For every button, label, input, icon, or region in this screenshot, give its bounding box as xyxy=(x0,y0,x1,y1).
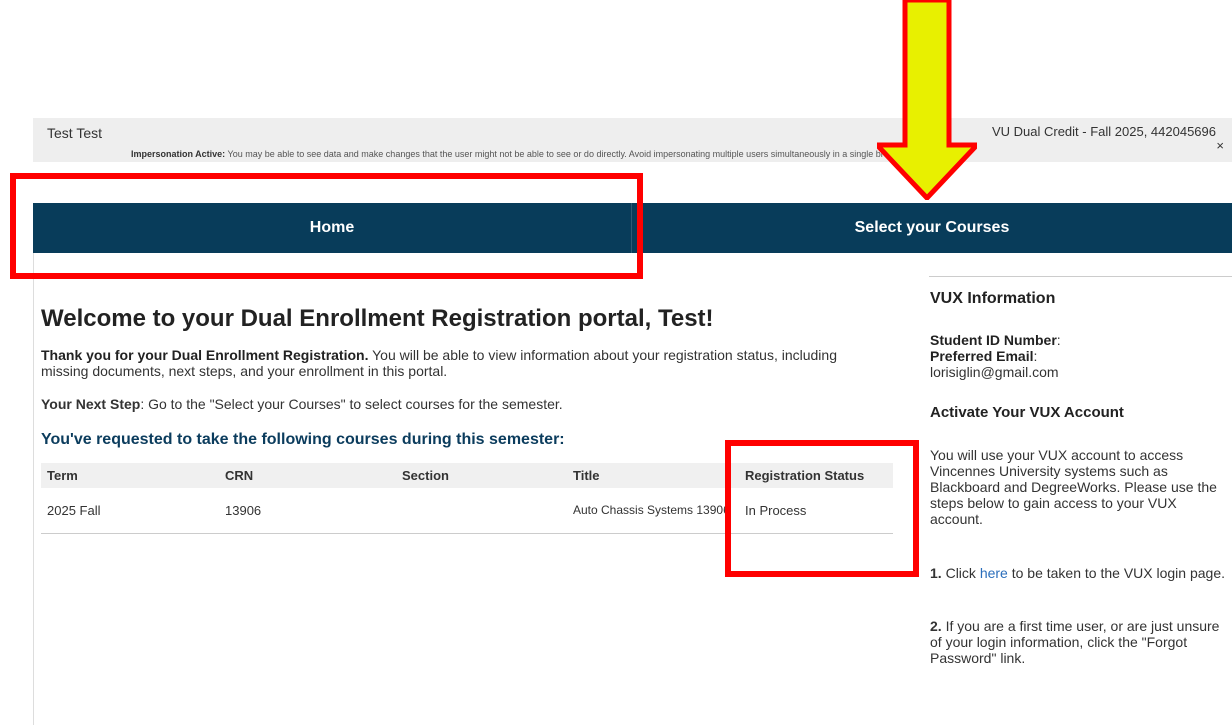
cell-title: Auto Chassis Systems 13906 xyxy=(567,488,739,534)
step-2-number: 2. xyxy=(930,618,942,634)
cell-crn: 13906 xyxy=(219,488,396,534)
tab-select-courses[interactable]: Select your Courses xyxy=(632,203,1232,253)
page-title: Welcome to your Dual Enrollment Registra… xyxy=(41,305,714,332)
impersonation-notice: Impersonation Active: You may be able to… xyxy=(131,149,943,159)
col-header-term: Term xyxy=(41,463,219,488)
student-id-label: Student ID Number xyxy=(930,332,1057,348)
col-header-title: Title xyxy=(567,463,739,488)
impersonation-label: Impersonation Active: xyxy=(131,149,226,159)
next-step-label: Your Next Step xyxy=(41,396,141,412)
step-1-post: to be taken to the VUX login page. xyxy=(1007,565,1225,581)
arrow-down-icon xyxy=(877,0,977,200)
col-header-crn: CRN xyxy=(219,463,396,488)
session-info: VU Dual Credit - Fall 2025, 442045696 xyxy=(991,124,1216,139)
intro-text: Thank you for your Dual Enrollment Regis… xyxy=(41,347,871,379)
user-name: Test Test xyxy=(47,125,102,141)
step-1-number: 1. xyxy=(930,565,942,581)
cell-term: 2025 Fall xyxy=(41,488,219,534)
activate-heading: Activate Your VUX Account xyxy=(930,404,1124,421)
home-highlight-box xyxy=(10,173,643,279)
step-2: 2. If you are a first time user, or are … xyxy=(930,618,1232,666)
intro-bold: Thank you for your Dual Enrollment Regis… xyxy=(41,347,369,363)
vux-info-heading: VUX Information xyxy=(930,290,1056,307)
vux-login-link[interactable]: here xyxy=(980,565,1008,581)
email-colon: : xyxy=(1033,348,1038,364)
status-highlight-box xyxy=(725,440,919,577)
email-label: Preferred Email xyxy=(930,348,1034,364)
step-1-pre: Click xyxy=(941,565,980,581)
step-1: 1. Click here to be taken to the VUX log… xyxy=(930,565,1232,581)
student-info: Student ID Number: Preferred Email: lori… xyxy=(930,332,1230,380)
cell-section xyxy=(396,488,567,534)
email-value: lorisiglin@gmail.com xyxy=(930,364,1059,380)
sidebar-divider xyxy=(929,276,1232,277)
activate-text: You will use your VUX account to access … xyxy=(930,447,1217,527)
step-2-text: If you are a first time user, or are jus… xyxy=(930,618,1220,666)
content-border xyxy=(33,253,34,725)
col-header-section: Section xyxy=(396,463,567,488)
next-step-text: : Go to the "Select your Courses" to sel… xyxy=(140,396,563,412)
close-icon[interactable]: × xyxy=(1216,138,1224,153)
next-step: Your Next Step: Go to the "Select your C… xyxy=(41,396,563,412)
student-id-value: : xyxy=(1056,332,1061,348)
impersonation-banner: Test Test Impersonation Active: You may … xyxy=(33,118,1232,162)
impersonation-text: You may be able to see data and make cha… xyxy=(227,149,944,159)
courses-heading: You've requested to take the following c… xyxy=(41,431,565,448)
